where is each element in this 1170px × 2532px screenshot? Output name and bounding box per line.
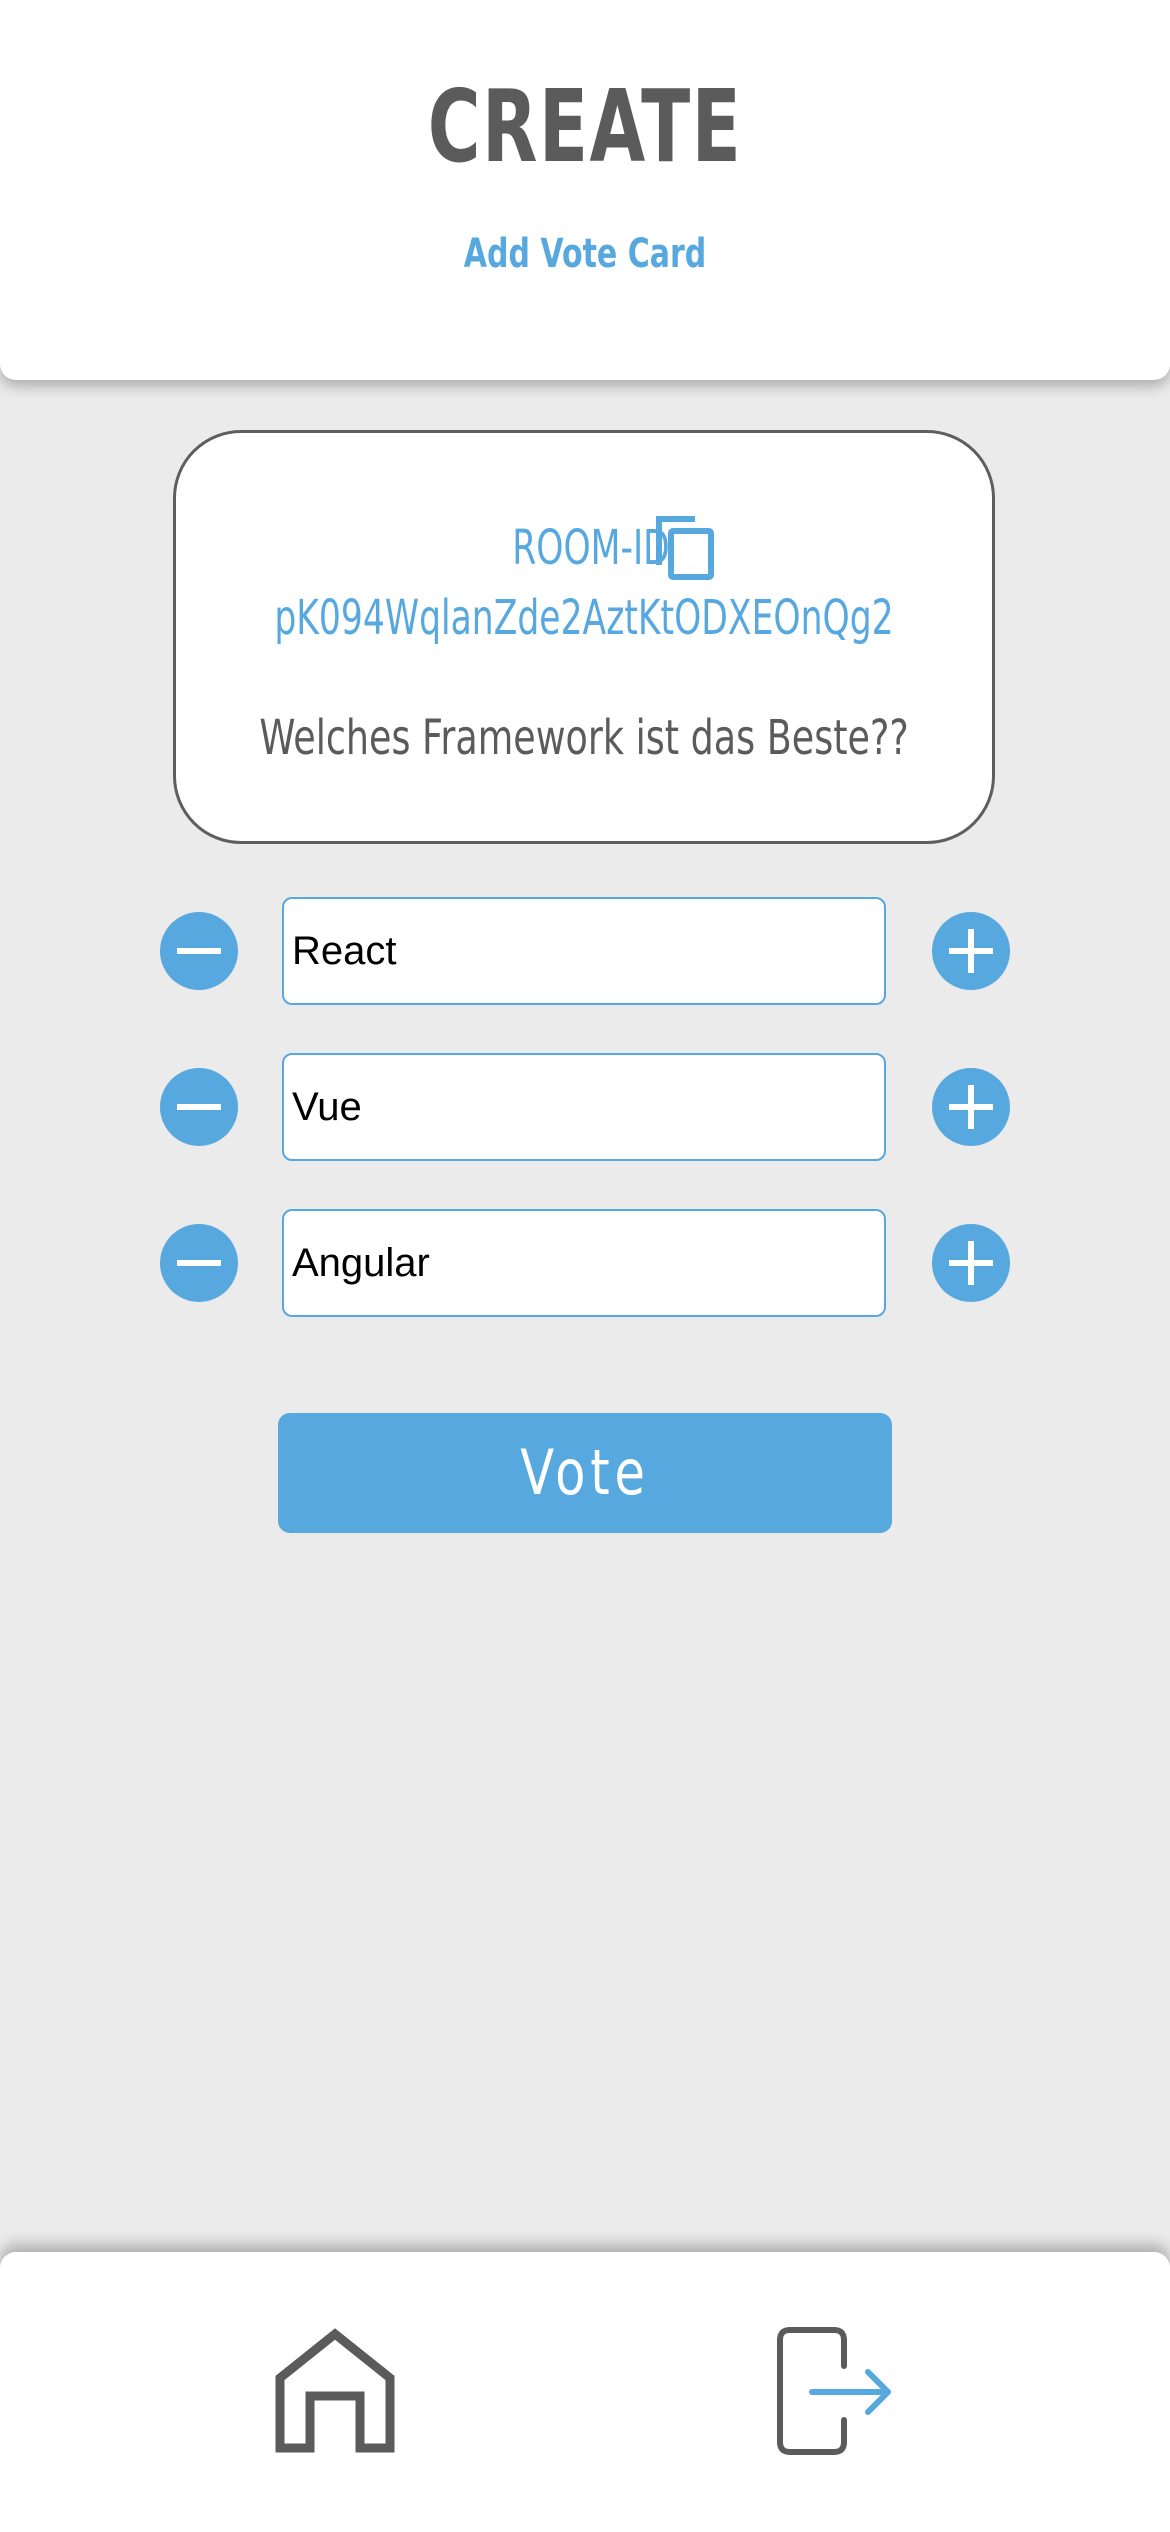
nav-home-button[interactable] xyxy=(274,2326,396,2454)
logout-icon xyxy=(777,2327,891,2455)
remove-option-button[interactable] xyxy=(160,1224,238,1302)
option-row xyxy=(0,897,1170,1005)
remove-option-button[interactable] xyxy=(160,1068,238,1146)
vote-button[interactable]: Vote xyxy=(278,1413,892,1533)
room-id-label: ROOM-ID xyxy=(511,520,670,576)
option-input[interactable] xyxy=(282,1053,886,1161)
app-header: CREATE Add Vote Card xyxy=(0,0,1170,380)
room-card: ROOM-ID pK094WqlanZde2AztKtODXEOnQg2 Wel… xyxy=(173,430,995,844)
add-option-button[interactable] xyxy=(932,912,1010,990)
plus-icon xyxy=(949,929,993,973)
option-input[interactable] xyxy=(282,1209,886,1317)
nav-logout-button[interactable] xyxy=(776,2326,896,2456)
bottom-nav xyxy=(0,2252,1170,2532)
vote-button-label: Vote xyxy=(520,1436,650,1509)
plus-icon xyxy=(949,1241,993,1285)
option-row xyxy=(0,1209,1170,1317)
remove-option-button[interactable] xyxy=(160,912,238,990)
room-id-value: pK094WqlanZde2AztKtODXEOnQg2 xyxy=(274,590,894,646)
vote-question: Welches Framework ist das Beste?? xyxy=(259,710,909,766)
option-input[interactable] xyxy=(282,897,886,1005)
page-title: CREATE xyxy=(427,68,743,185)
add-option-button[interactable] xyxy=(932,1068,1010,1146)
minus-icon xyxy=(177,1260,221,1266)
plus-icon xyxy=(949,1085,993,1129)
minus-icon xyxy=(177,1104,221,1110)
add-option-button[interactable] xyxy=(932,1224,1010,1302)
minus-icon xyxy=(177,948,221,954)
home-icon xyxy=(275,2328,395,2453)
option-row xyxy=(0,1053,1170,1161)
page-subtitle: Add Vote Card xyxy=(463,231,707,277)
room-id-row: ROOM-ID xyxy=(176,513,992,583)
